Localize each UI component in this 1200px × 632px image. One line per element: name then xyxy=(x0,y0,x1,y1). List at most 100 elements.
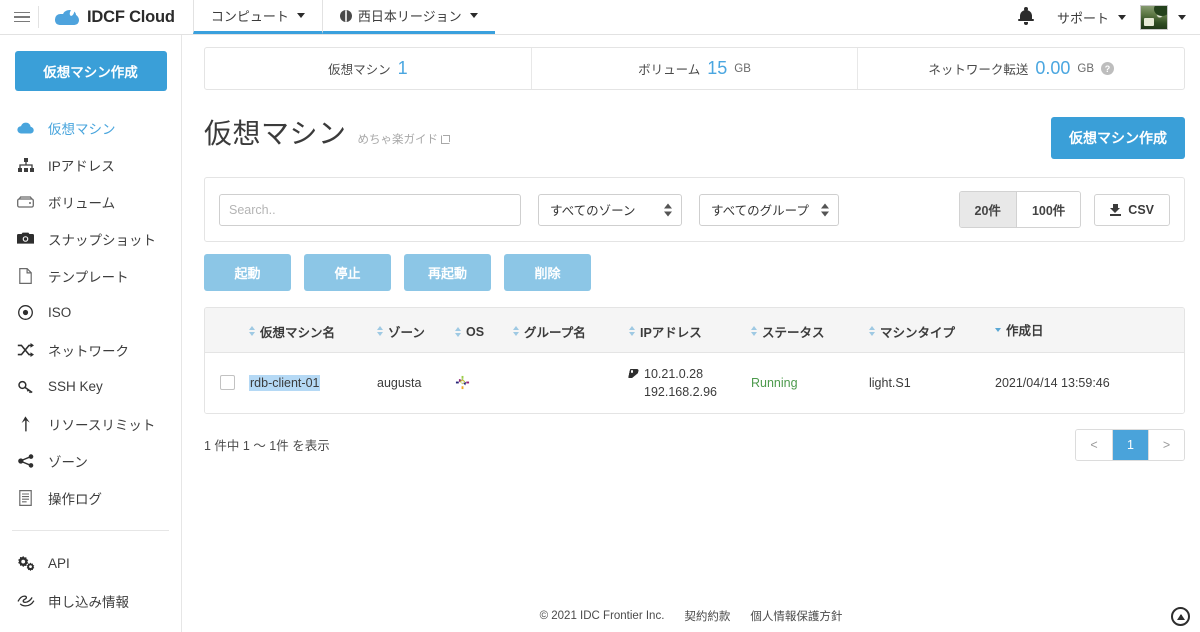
row-checkbox[interactable] xyxy=(220,375,235,391)
stop-button[interactable]: 停止 xyxy=(304,254,391,291)
cell-ip-address: 10.21.0.28 192.168.2.96 xyxy=(629,352,751,413)
cell-status: Running xyxy=(751,375,798,390)
stat-value: 0.00 xyxy=(1035,58,1071,78)
chevron-down-icon xyxy=(296,13,305,18)
chevron-down-icon xyxy=(469,13,478,18)
centos-logo-icon xyxy=(455,375,513,390)
stat-value: 15 xyxy=(707,58,728,78)
pagination-prev[interactable]: < xyxy=(1076,429,1112,460)
stat-virtual-machines: 仮想マシン 1 xyxy=(205,48,532,89)
footer-link-privacy[interactable]: 個人情報保護方針 xyxy=(750,608,842,624)
filter-right-group: 20件 100件 CSV xyxy=(958,191,1170,228)
create-vm-button[interactable]: 仮想マシン作成 xyxy=(1051,117,1185,159)
footer-link-terms[interactable]: 契約約款 xyxy=(684,608,730,624)
sidebar-item-label: IPアドレス xyxy=(48,158,115,174)
sitemap-icon xyxy=(16,156,35,173)
brand-logo[interactable]: IDCF Cloud xyxy=(39,0,193,34)
table-body: rdb-client-01 augusta 10.21.0.28 192.168… xyxy=(205,352,1184,413)
col-header-vm-name[interactable]: 仮想マシン名 xyxy=(249,322,335,341)
pagination-next[interactable]: > xyxy=(1148,429,1184,460)
sidebar-item-label: API xyxy=(48,556,70,571)
sidebar-create-vm-button[interactable]: 仮想マシン作成 xyxy=(14,51,167,91)
page-title: 仮想マシン xyxy=(204,118,347,149)
gears-icon xyxy=(16,555,35,572)
sort-icon xyxy=(249,326,255,336)
page-header: 仮想マシン めちゃ楽ガイド 仮想マシン作成 xyxy=(204,112,1185,159)
select-arrows-icon xyxy=(664,203,672,216)
col-header-group-name[interactable]: グループ名 xyxy=(513,322,586,341)
sidebar-item-snapshot[interactable]: スナップショット xyxy=(0,220,181,257)
share-icon xyxy=(16,452,35,469)
start-button[interactable]: 起動 xyxy=(204,254,291,291)
csv-export-button[interactable]: CSV xyxy=(1094,193,1170,226)
download-icon xyxy=(1110,203,1122,216)
hamburger-menu-icon[interactable] xyxy=(6,0,38,34)
stat-label: 仮想マシン xyxy=(328,63,391,77)
sidebar-item-label: ゾーン xyxy=(48,454,88,470)
brand-label: IDCF Cloud xyxy=(87,7,175,26)
sidebar-item-label: SSH Key xyxy=(48,379,103,394)
col-header-machine-type[interactable]: マシンタイプ xyxy=(869,322,955,341)
sidebar-item-iso[interactable]: ISO xyxy=(0,294,181,331)
account-menu[interactable] xyxy=(1140,4,1192,30)
vm-table: 仮想マシン名 ゾーン OS グループ名 IPアドレス ステータス マシンタイプ … xyxy=(204,307,1185,414)
pagination-page-1[interactable]: 1 xyxy=(1112,429,1148,460)
sidebar-item-volume[interactable]: ボリューム xyxy=(0,183,181,220)
nav-tab-region[interactable]: 西日本リージョン xyxy=(321,0,495,34)
sort-icon xyxy=(455,327,461,338)
chevron-down-icon xyxy=(1118,14,1126,20)
sort-icon xyxy=(513,326,519,336)
support-menu[interactable]: サポート xyxy=(1043,8,1140,27)
nav-tab-compute[interactable]: コンピュート xyxy=(192,0,322,34)
sidebar-item-zone[interactable]: ゾーン xyxy=(0,442,181,479)
sort-icon-desc xyxy=(995,327,1001,332)
sidebar-item-application-info[interactable]: 申し込み情報 xyxy=(0,582,181,619)
page-size-20[interactable]: 20件 xyxy=(959,192,1016,227)
sidebar-item-ssh-key[interactable]: SSH Key xyxy=(0,368,181,405)
sidebar-item-label: 仮想マシン xyxy=(48,121,116,137)
top-right-group: サポート xyxy=(1009,0,1200,34)
zone-select-value: すべてのゾーン xyxy=(550,204,636,218)
col-header-ip-address[interactable]: IPアドレス xyxy=(629,322,702,341)
col-header-status[interactable]: ステータス xyxy=(751,322,825,341)
search-input[interactable] xyxy=(219,193,521,226)
page-size-100[interactable]: 100件 xyxy=(1015,192,1081,227)
action-buttons: 起動 停止 再起動 削除 xyxy=(204,254,1185,291)
sidebar-item-network[interactable]: ネットワーク xyxy=(0,331,181,368)
sidebar-item-label: テンプレート xyxy=(48,269,129,285)
group-select[interactable]: すべてのグループ xyxy=(699,193,839,226)
sort-icon xyxy=(751,326,757,336)
zone-select[interactable]: すべてのゾーン xyxy=(538,193,682,226)
filter-panel: すべてのゾーン すべてのグループ 20件 100件 CSV xyxy=(204,177,1185,242)
col-header-zone[interactable]: ゾーン xyxy=(377,322,425,341)
delete-button[interactable]: 削除 xyxy=(504,254,591,291)
help-icon[interactable]: ? xyxy=(1101,62,1115,75)
table-row[interactable]: rdb-client-01 augusta 10.21.0.28 192.168… xyxy=(205,352,1184,413)
page-size-toggle: 20件 100件 xyxy=(958,191,1082,228)
guide-link[interactable]: めちゃ楽ガイド xyxy=(358,131,451,147)
col-header-created-date[interactable]: 作成日 xyxy=(995,320,1044,339)
sidebar-item-virtual-machine[interactable]: 仮想マシン xyxy=(0,109,181,146)
sidebar-item-resource-limit[interactable]: リソースリミット xyxy=(0,405,181,442)
external-link-icon xyxy=(441,134,451,144)
select-arrows-icon xyxy=(821,203,829,216)
file-icon xyxy=(16,267,35,284)
sidebar-item-api[interactable]: API xyxy=(0,545,181,582)
col-label: 仮想マシン名 xyxy=(260,325,336,340)
csv-label: CSV xyxy=(1128,202,1154,217)
handshake-icon xyxy=(16,592,35,609)
disc-icon xyxy=(16,304,35,321)
page-footer: © 2021 IDC Frontier Inc. 契約約款 個人情報保護方針 xyxy=(182,608,1200,624)
restart-button[interactable]: 再起動 xyxy=(404,254,491,291)
table-footer: 1 件中 1 〜 1件 を表示 < 1 > xyxy=(204,428,1185,461)
sidebar-item-operation-log[interactable]: 操作ログ xyxy=(0,479,181,516)
sidebar-item-template[interactable]: テンプレート xyxy=(0,257,181,294)
col-label: ステータス xyxy=(762,325,825,340)
bell-icon[interactable] xyxy=(1009,0,1043,35)
chevron-down-icon xyxy=(1178,14,1186,20)
sidebar-item-ip-address[interactable]: IPアドレス xyxy=(0,146,181,183)
vm-name-link[interactable]: rdb-client-01 xyxy=(249,374,321,391)
col-header-os[interactable]: OS xyxy=(455,325,484,339)
scroll-to-top-icon[interactable] xyxy=(1171,607,1190,626)
nav-tab-compute-label: コンピュート xyxy=(210,9,289,24)
